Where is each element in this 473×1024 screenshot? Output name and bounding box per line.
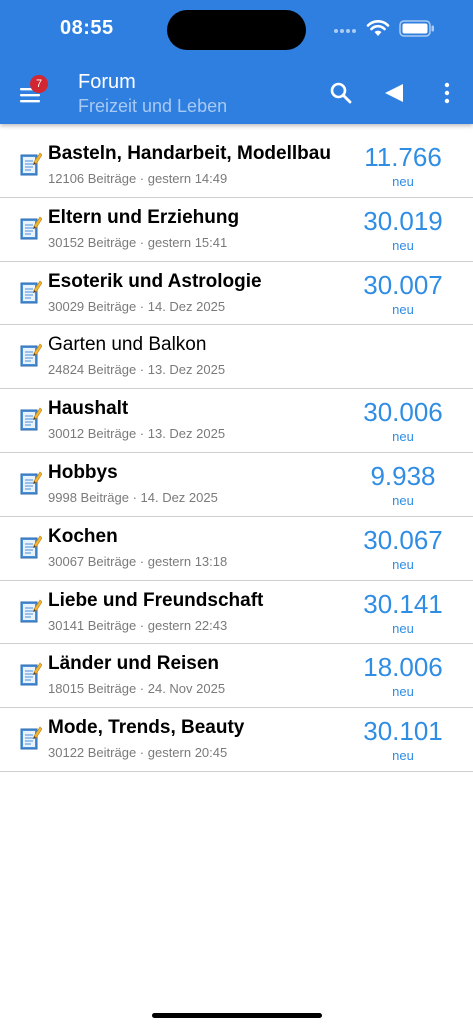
forum-row[interactable]: Haushalt 30012 Beiträge · 13. Dez 2025 30.… xyxy=(0,389,473,453)
new-label: neu xyxy=(392,429,414,445)
forum-row[interactable]: Esoterik und Astrologie 30029 Beiträge · … xyxy=(0,262,473,326)
new-posts-count: 30.007 xyxy=(363,269,443,300)
new-posts-count: 18.006 xyxy=(363,652,443,683)
new-label: neu xyxy=(392,748,414,764)
new-posts-count: 30.101 xyxy=(363,716,443,747)
forum-icon xyxy=(20,215,43,241)
forum-row[interactable]: Garten und Balkon 24824 Beiträge · 13. De… xyxy=(0,325,473,390)
new-label: neu xyxy=(392,620,414,636)
forum-icon xyxy=(20,534,43,560)
forum-title: Mode, Trends, Beauty xyxy=(48,717,245,739)
status-time: 08:55 xyxy=(60,17,114,39)
forum-icon xyxy=(20,661,43,687)
forum-title: Hobbys xyxy=(48,461,118,483)
forum-row[interactable]: Kochen 30067 Beiträge · gestern 13:18 30.0… xyxy=(0,517,473,581)
new-label: neu xyxy=(392,684,414,700)
new-label: neu xyxy=(392,556,414,572)
new-label: neu xyxy=(392,237,414,253)
forum-meta: 30152 Beiträge · gestern 15:41 xyxy=(48,234,228,250)
notification-badge: 7 xyxy=(30,75,48,93)
forum-title: Basteln, Handarbeit, Modellbau xyxy=(48,143,331,164)
wifi-icon xyxy=(366,20,390,36)
forum-title: Esoterik und Astrologie xyxy=(48,270,262,292)
signal-icon xyxy=(334,29,360,35)
forum-row[interactable]: Hobbys 9998 Beiträge · 14. Dez 2025 9.938 n… xyxy=(0,453,473,517)
new-posts-count: 11.766 xyxy=(364,142,442,172)
forum-row[interactable]: Liebe und Freundschaft 30141 Beiträge · g… xyxy=(0,581,473,645)
app-header: 08:55 7 Forum Freizeit und Leben xyxy=(0,0,473,124)
forum-title: Kochen xyxy=(48,525,118,547)
forum-icon xyxy=(20,406,43,432)
forum-icon xyxy=(20,279,43,305)
forum-meta: 30012 Beiträge · 13. Dez 2025 xyxy=(48,426,226,442)
forum-meta: 30141 Beiträge · gestern 22:43 xyxy=(48,617,228,633)
battery-icon xyxy=(399,20,434,37)
more-vertical-icon[interactable] xyxy=(440,82,454,104)
forum-icon xyxy=(20,342,43,368)
forum-icon xyxy=(20,598,43,624)
new-posts-count: 9.938 xyxy=(370,460,436,491)
forum-row[interactable]: Eltern und Erziehung 30152 Beiträge · ges… xyxy=(0,198,473,262)
forum-title: Länder und Reisen xyxy=(48,653,220,675)
page-subtitle: Freizeit und Leben xyxy=(78,96,228,116)
new-label: neu xyxy=(392,301,414,317)
forum-meta: 18015 Beiträge · 24. Nov 2025 xyxy=(48,681,226,697)
back-triangle-icon[interactable] xyxy=(383,83,405,103)
forum-list: Basteln, Handarbeit, Modellbau 12106 Beit… xyxy=(0,134,473,772)
forum-row[interactable]: Mode, Trends, Beauty 30122 Beiträge · ges… xyxy=(0,708,473,772)
forum-title: Eltern und Erziehung xyxy=(48,206,240,228)
page-title: Forum xyxy=(78,71,136,93)
forum-icon xyxy=(20,470,43,496)
forum-icon xyxy=(20,725,43,751)
new-label: neu xyxy=(392,174,414,189)
forum-title: Garten und Balkon xyxy=(48,334,207,356)
forum-meta: 30067 Beiträge · gestern 13:18 xyxy=(48,553,228,569)
forum-meta: 30029 Beiträge · 14. Dez 2025 xyxy=(48,298,226,314)
new-label: neu xyxy=(392,492,414,508)
forum-meta: 30122 Beiträge · gestern 20:45 xyxy=(48,745,228,761)
search-icon[interactable] xyxy=(329,81,353,105)
forum-row[interactable]: Länder und Reisen 18015 Beiträge · 24. No… xyxy=(0,644,473,709)
forum-title: Haushalt xyxy=(48,398,129,420)
forum-meta: 24824 Beiträge · 13. Dez 2025 xyxy=(48,362,226,378)
forum-meta: 12106 Beiträge · gestern 14:49 xyxy=(48,171,228,186)
forum-icon xyxy=(20,151,43,177)
forum-title: Liebe und Freundschaft xyxy=(48,589,264,611)
dynamic-island xyxy=(167,10,306,50)
new-posts-count: 30.141 xyxy=(363,588,443,619)
new-posts-count: 30.019 xyxy=(363,205,443,236)
forum-row[interactable]: Basteln, Handarbeit, Modellbau 12106 Beit… xyxy=(0,134,473,198)
forum-meta: 9998 Beiträge · 14. Dez 2025 xyxy=(48,489,218,505)
home-indicator[interactable] xyxy=(152,1013,322,1018)
new-posts-count: 30.006 xyxy=(363,397,443,428)
new-posts-count: 30.067 xyxy=(363,524,443,555)
